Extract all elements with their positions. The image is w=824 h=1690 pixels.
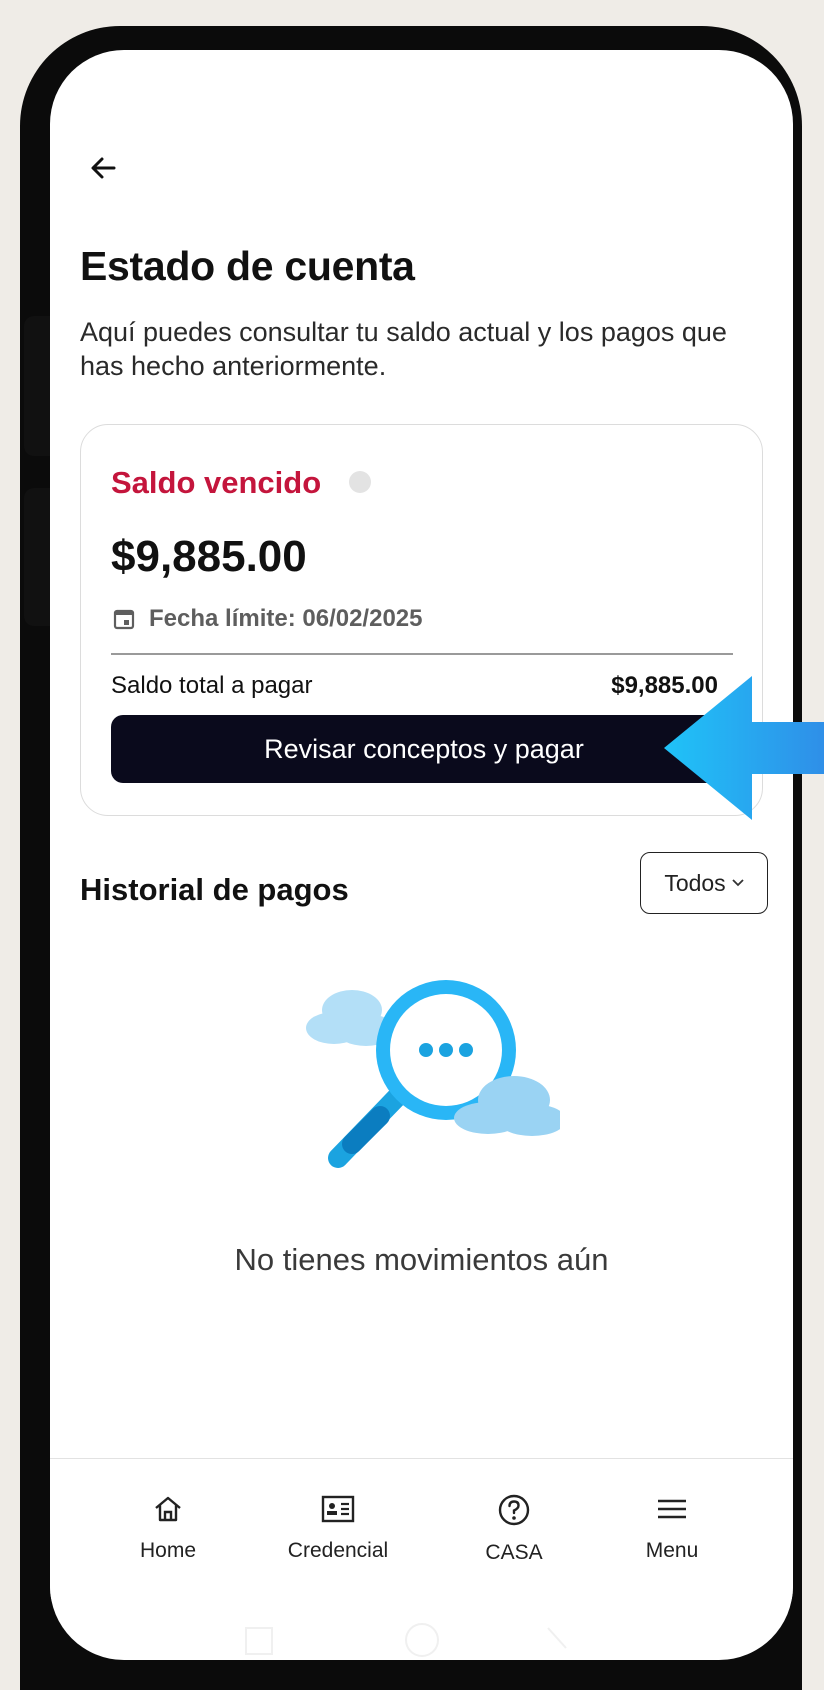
phone-screen: Estado de cuenta Aquí puedes consultar t… — [50, 50, 793, 1660]
overdue-amount: $9,885.00 — [111, 532, 307, 581]
due-date-text: Fecha límite: 06/02/2025 — [149, 605, 423, 632]
total-label: Saldo total a pagar — [111, 672, 313, 699]
nav-label-casa: CASA — [485, 1541, 543, 1564]
nav-label-menu: Menu — [645, 1539, 699, 1562]
nav-item-credencial[interactable]: Credencial — [268, 1493, 408, 1563]
calendar-icon — [113, 609, 135, 630]
history-filter-dropdown[interactable]: Todos — [640, 852, 768, 914]
id-card-icon — [321, 1495, 355, 1523]
balance-card: Saldo vencido $9,885.00 Fecha límite: 06… — [80, 424, 763, 816]
blue-arrow-pointer-icon — [664, 676, 824, 820]
chevron-down-icon — [732, 879, 744, 887]
arrow-left-icon[interactable] — [84, 148, 124, 188]
home-system-icon — [405, 1623, 439, 1657]
empty-state-text: No tienes movimientos aún — [234, 1242, 609, 1277]
back-system-icon — [547, 1627, 567, 1649]
help-circle-icon — [498, 1494, 530, 1526]
info-icon[interactable] — [349, 471, 371, 493]
magnifier-empty-icon — [306, 980, 560, 1168]
recents-icon — [245, 1627, 273, 1655]
system-navigation-bar — [245, 1623, 567, 1657]
history-title: Historial de pagos — [80, 872, 349, 907]
nav-item-casa[interactable]: CASA — [444, 1493, 584, 1565]
bottom-navigation: Home Credencial CASA Menu — [50, 1458, 793, 1599]
hamburger-menu-icon — [658, 1499, 686, 1519]
home-icon — [155, 1496, 181, 1522]
nav-label-credencial: Credencial — [287, 1539, 389, 1562]
divider — [111, 653, 733, 655]
page-subtitle: Aquí puedes consultar tu saldo actual y … — [80, 317, 727, 381]
due-date-row: Fecha límite: 06/02/2025 — [113, 605, 423, 633]
nav-item-menu[interactable]: Menu — [602, 1493, 742, 1563]
overdue-status-label: Saldo vencido — [111, 465, 322, 500]
page-title: Estado de cuenta — [80, 243, 415, 289]
phone-frame: Estado de cuenta Aquí puedes consultar t… — [20, 26, 802, 1690]
filter-label: Todos — [664, 869, 726, 896]
nav-label-home: Home — [139, 1539, 197, 1562]
nav-item-home[interactable]: Home — [98, 1493, 238, 1563]
review-and-pay-button[interactable]: Revisar conceptos y pagar — [111, 715, 737, 783]
